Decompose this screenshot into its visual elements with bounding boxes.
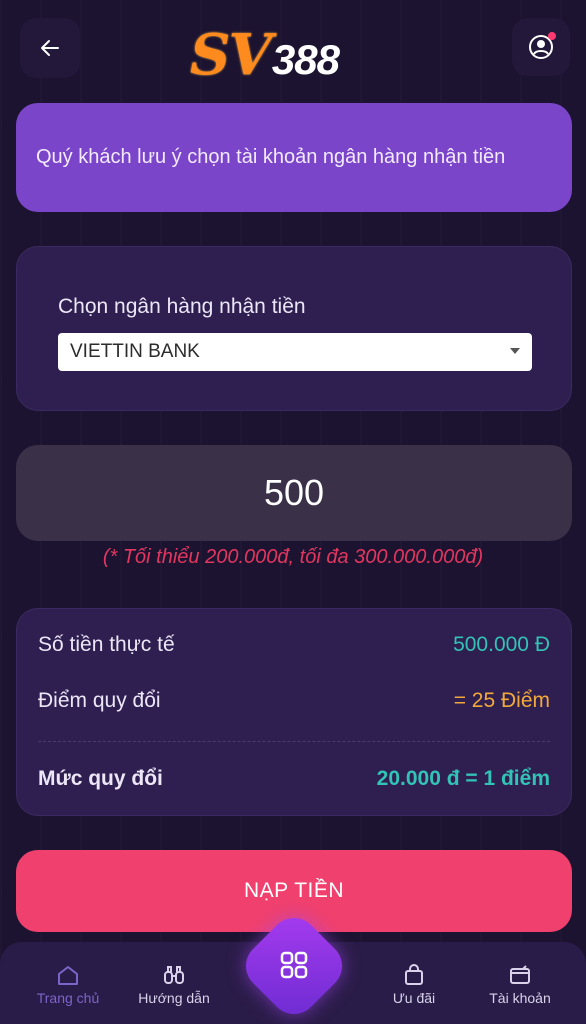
actual-amount-row: Số tiền thực tế 500.000 Đ [38, 633, 550, 657]
divider [38, 741, 550, 742]
bank-select[interactable]: VIETTIN BANK [58, 333, 532, 371]
logo-sv: SV [190, 22, 272, 88]
chevron-down-icon [510, 348, 520, 354]
grid-icon [280, 951, 308, 979]
nav-item-guide[interactable]: Hướng dẫn [124, 964, 224, 1008]
notification-dot [548, 32, 556, 40]
rate-label: Mức quy đổi [38, 767, 163, 790]
wallet-icon [510, 965, 530, 984]
nav-item-promo[interactable]: Ưu đãi [364, 964, 464, 1008]
nav-label-home: Trang chủ [36, 990, 100, 1006]
bank-card: Chọn ngân hàng nhận tiền VIETTIN BANK [16, 246, 572, 411]
bank-label: Chọn ngân hàng nhận tiền [58, 295, 306, 318]
amount-value: 500 [263, 472, 325, 513]
logo-number: 388 [271, 36, 340, 83]
back-button[interactable] [20, 18, 80, 78]
nav-label-account: Tài khoản [489, 990, 551, 1006]
nav-label-promo: Ưu đãi [392, 990, 436, 1006]
binoculars-icon [164, 966, 184, 984]
bank-select-value: VIETTIN BANK [70, 341, 200, 362]
bag-icon [405, 964, 423, 985]
header: SV 388 [0, 0, 586, 100]
notice-text: Quý khách lưu ý chọn tài khoản ngân hàng… [36, 146, 506, 168]
deposit-button-label: NẠP TIỀN [243, 879, 345, 902]
amount-input[interactable]: 500 [16, 445, 572, 541]
points-row: Điểm quy đổi = 25 Điểm [38, 689, 550, 713]
nav-item-account[interactable]: Tài khoản [470, 964, 570, 1008]
home-icon [58, 966, 78, 985]
points-value: = 25 Điểm [453, 689, 550, 712]
brand-logo[interactable]: SV 388 [190, 22, 400, 88]
rate-value: 20.000 đ = 1 điểm [376, 767, 550, 790]
notice-banner: Quý khách lưu ý chọn tài khoản ngân hàng… [16, 103, 572, 212]
rate-row: Mức quy đổi 20.000 đ = 1 điểm [38, 767, 550, 791]
nav-label-guide: Hướng dẫn [138, 990, 210, 1006]
nav-item-home[interactable]: Trang chủ [18, 964, 118, 1008]
actual-amount-label: Số tiền thực tế [38, 633, 175, 656]
amount-hint: (* Tối thiểu 200.000đ, tối đa 300.000.00… [102, 546, 484, 568]
summary-card: Số tiền thực tế 500.000 Đ Điểm quy đổi =… [16, 608, 572, 816]
actual-amount-value: 500.000 Đ [453, 633, 550, 656]
user-button[interactable] [512, 18, 570, 76]
points-label: Điểm quy đổi [38, 689, 161, 712]
arrow-left-icon [41, 40, 59, 56]
